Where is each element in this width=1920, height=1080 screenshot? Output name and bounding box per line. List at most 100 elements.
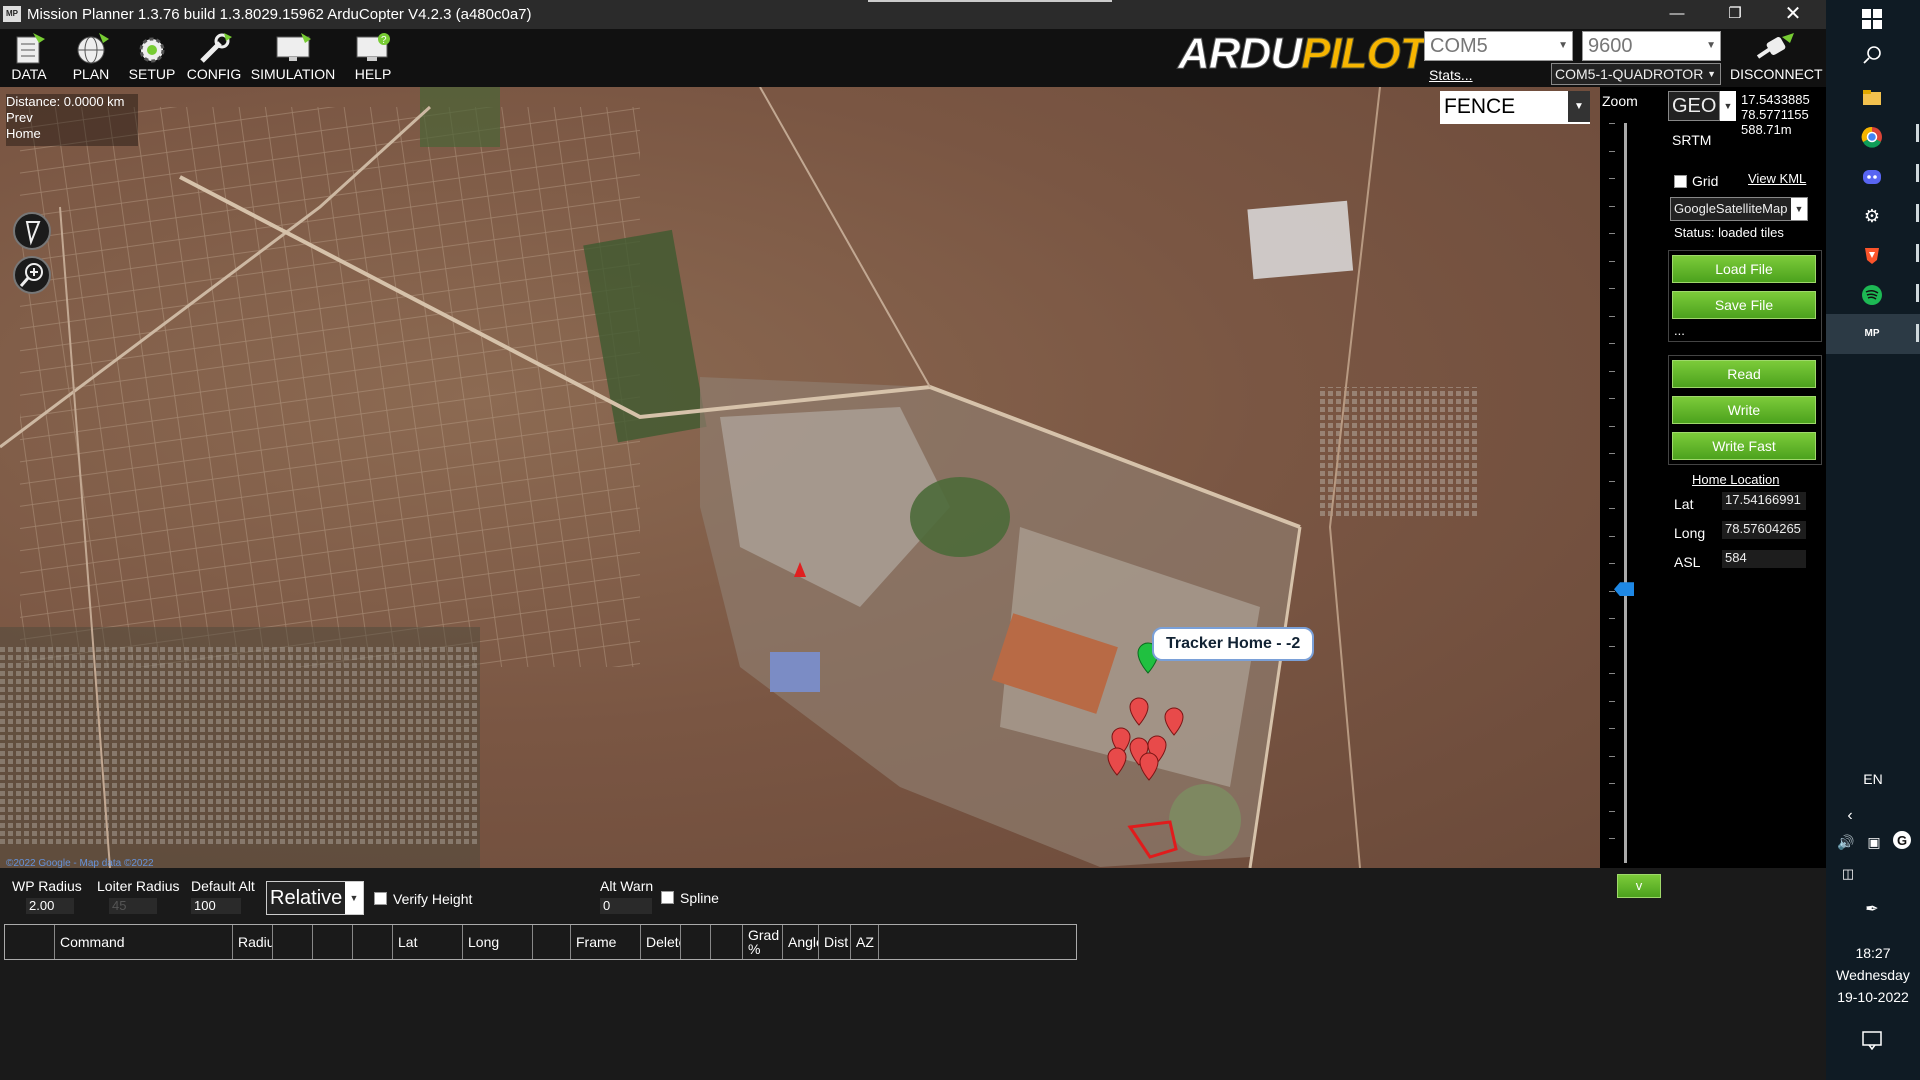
vehicle-select[interactable]: COM5-1-QUADROTOR ▼ bbox=[1551, 63, 1721, 85]
battery-icon[interactable]: ◫ bbox=[1836, 862, 1860, 886]
zoom-tick bbox=[1609, 838, 1615, 839]
disconnect-label: DISCONNECT bbox=[1730, 66, 1823, 82]
port-select[interactable]: COM5 ▼ bbox=[1424, 31, 1573, 61]
wp-radius-field[interactable]: 2.00 bbox=[26, 898, 74, 914]
waypoint-grid-header: CommandRadius LatLong FrameDelete Grad %Ang… bbox=[4, 924, 1077, 960]
home-lat-field[interactable]: 17.54166991 bbox=[1722, 492, 1806, 510]
notifications-icon[interactable] bbox=[1860, 1030, 1884, 1054]
alt-warn-field[interactable]: 0 bbox=[600, 898, 652, 914]
chevron-down-icon[interactable]: ▼ bbox=[1720, 91, 1736, 121]
coord-system-select[interactable]: GEO bbox=[1668, 91, 1720, 121]
chevron-down-icon: ▼ bbox=[1568, 91, 1590, 122]
grid-column-blank[interactable] bbox=[533, 925, 571, 959]
altitude-frame-select[interactable]: Relative ▼ bbox=[266, 881, 364, 915]
grid-column-long[interactable]: Long bbox=[463, 925, 533, 959]
zoom-tick bbox=[1609, 728, 1615, 729]
taskbar-clock[interactable]: 18:27 Wednesday 19-10-2022 bbox=[1826, 942, 1920, 1008]
zoom-tick bbox=[1609, 453, 1615, 454]
home-text: Home bbox=[6, 126, 41, 141]
chrome-icon[interactable] bbox=[1860, 126, 1884, 150]
close-icon[interactable]: ✕ bbox=[1764, 0, 1822, 29]
grid-label: Grid bbox=[1692, 173, 1719, 189]
home-long-field[interactable]: 78.57604265 bbox=[1722, 521, 1806, 539]
grid-column-blank[interactable] bbox=[273, 925, 313, 959]
collapse-button[interactable]: v bbox=[1617, 874, 1661, 898]
discord-icon[interactable] bbox=[1860, 166, 1884, 190]
grid-checkbox[interactable] bbox=[1674, 175, 1687, 188]
grid-column-dist[interactable]: Dist bbox=[819, 925, 851, 959]
home-asl-field[interactable]: 584 bbox=[1722, 550, 1806, 568]
fence-point-marker[interactable] bbox=[1129, 697, 1149, 726]
volume-icon[interactable]: 🔊 bbox=[1834, 830, 1858, 854]
setup-icon bbox=[139, 37, 165, 63]
layer-select[interactable]: FENCE ▼ bbox=[1440, 91, 1590, 124]
settings-gear-icon[interactable]: ⚙ bbox=[1860, 204, 1884, 228]
view-kml-link[interactable]: View KML bbox=[1748, 171, 1806, 186]
grammarly-icon[interactable]: G bbox=[1890, 830, 1914, 854]
write-button[interactable]: Write bbox=[1672, 396, 1816, 424]
brave-browser-icon[interactable] bbox=[1860, 244, 1884, 268]
grid-column-delete[interactable]: Delete bbox=[641, 925, 681, 959]
save-file-button[interactable]: Save File bbox=[1672, 291, 1816, 319]
fence-point-marker[interactable] bbox=[1164, 707, 1184, 736]
grid-column-az[interactable]: AZ bbox=[851, 925, 879, 959]
data-button[interactable]: DATA bbox=[4, 31, 54, 87]
verify-height-checkbox[interactable] bbox=[374, 892, 387, 905]
grid-column-grad[interactable]: Grad % bbox=[743, 925, 783, 959]
grid-column-command[interactable]: Command bbox=[55, 925, 233, 959]
file-explorer-icon[interactable] bbox=[1860, 86, 1884, 110]
read-button[interactable]: Read bbox=[1672, 360, 1816, 388]
zoom-slider-thumb[interactable] bbox=[1614, 582, 1634, 597]
grid-column-blank[interactable] bbox=[711, 925, 743, 959]
grid-column-blank[interactable] bbox=[313, 925, 353, 959]
disconnect-button[interactable]: DISCONNECT bbox=[1730, 31, 1823, 87]
port-value: COM5 bbox=[1430, 35, 1488, 57]
fence-point-marker[interactable] bbox=[1107, 747, 1127, 776]
default-alt-label: Default Alt bbox=[191, 878, 255, 894]
plan-button[interactable]: PLAN bbox=[64, 31, 118, 87]
grid-column-frame[interactable]: Frame bbox=[571, 925, 641, 959]
spotify-icon[interactable] bbox=[1860, 284, 1884, 308]
distance-text: Distance: 0.0000 km bbox=[6, 94, 125, 109]
load-file-button[interactable]: Load File bbox=[1672, 255, 1816, 283]
grid-column-lat[interactable]: Lat bbox=[393, 925, 463, 959]
stats-link[interactable]: Stats... bbox=[1429, 67, 1473, 83]
loiter-radius-field[interactable]: 45 bbox=[109, 898, 157, 914]
measure-tool-button[interactable] bbox=[13, 212, 51, 250]
chevron-left-icon[interactable]: ‹ bbox=[1838, 804, 1862, 828]
search-icon[interactable] bbox=[1860, 44, 1884, 68]
zoom-tool-button[interactable] bbox=[13, 256, 51, 294]
fence-point-marker[interactable] bbox=[1139, 752, 1159, 781]
zoom-track[interactable] bbox=[1624, 123, 1627, 863]
simulation-button[interactable]: SIMULATION bbox=[250, 31, 336, 87]
zoom-tick bbox=[1609, 315, 1615, 317]
minimize-icon[interactable]: — bbox=[1648, 0, 1706, 29]
map-provider-select[interactable]: GoogleSatelliteMap ▼ bbox=[1670, 197, 1808, 221]
grid-column-blank[interactable] bbox=[681, 925, 711, 959]
pen-icon[interactable]: ✒ bbox=[1860, 898, 1884, 922]
spline-checkbox[interactable] bbox=[661, 891, 674, 904]
zoom-tick bbox=[1609, 700, 1615, 702]
home-location-link[interactable]: Home Location bbox=[1692, 472, 1779, 487]
grid-column-blank[interactable] bbox=[353, 925, 393, 959]
grid-column-blank[interactable] bbox=[5, 925, 55, 959]
baud-select[interactable]: 9600 ▼ bbox=[1582, 31, 1721, 61]
zoom-tick bbox=[1609, 123, 1615, 124]
maximize-icon[interactable]: ❐ bbox=[1706, 0, 1764, 29]
marker-layer bbox=[794, 562, 1184, 781]
map-view[interactable]: ©2022 Google - Map data ©2022 bbox=[0, 87, 1600, 868]
network-icon[interactable]: ▣ bbox=[1862, 830, 1886, 854]
mission-planner-taskbar-icon[interactable]: MP bbox=[1860, 322, 1884, 346]
windows-start-icon[interactable] bbox=[1860, 8, 1884, 32]
default-alt-field[interactable]: 100 bbox=[191, 898, 241, 914]
plug-icon bbox=[1756, 33, 1794, 59]
language-indicator[interactable]: EN bbox=[1826, 771, 1920, 787]
setup-button[interactable]: SETUP bbox=[124, 31, 180, 87]
write-fast-button[interactable]: Write Fast bbox=[1672, 432, 1816, 460]
grid-column-angle[interactable]: Angle bbox=[783, 925, 819, 959]
config-button[interactable]: CONFIG bbox=[186, 31, 242, 87]
grid-column-radius[interactable]: Radius bbox=[233, 925, 273, 959]
more-options[interactable]: ... bbox=[1674, 323, 1685, 338]
altitude-frame-value: Relative bbox=[270, 887, 343, 909]
help-button[interactable]: ? HELP bbox=[346, 31, 400, 87]
